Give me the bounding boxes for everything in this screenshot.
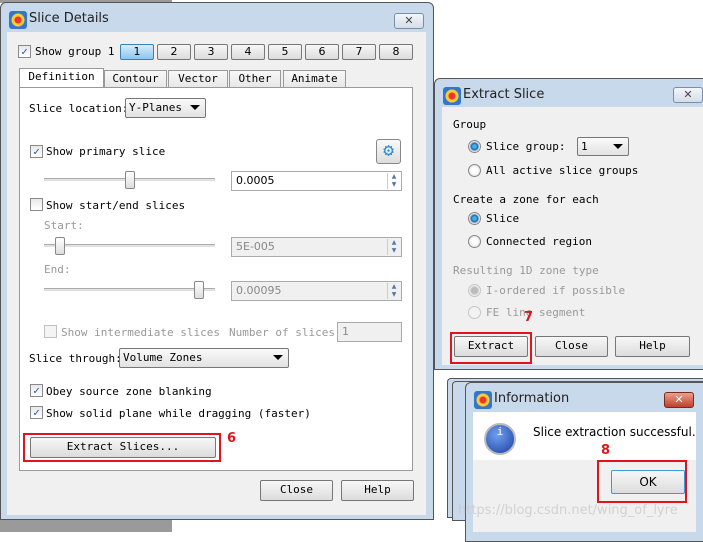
end-label: End: xyxy=(44,263,71,276)
chevron-down-icon xyxy=(190,105,200,110)
info-icon: i xyxy=(484,423,516,455)
show-group-label: Show group 1 xyxy=(35,45,115,58)
spin-arrows-icon: ▲ ▼ xyxy=(387,283,400,299)
window-title: Extract Slice xyxy=(463,87,545,102)
group-button-3[interactable]: 3 xyxy=(194,44,228,60)
slice-location-value: Y-Planes xyxy=(129,101,182,114)
gear-menu-button[interactable]: ⚙ xyxy=(376,139,401,164)
close-button[interactable]: Close xyxy=(260,480,333,501)
slice-radio[interactable] xyxy=(468,212,481,225)
slice-label: Slice xyxy=(486,212,520,225)
group-button-2[interactable]: 2 xyxy=(157,44,191,60)
slice-group-value: 1 xyxy=(581,140,588,153)
highlight-box xyxy=(597,460,687,503)
connected-region-label: Connected region xyxy=(486,235,592,248)
slice-group-dropdown[interactable]: 1 xyxy=(577,137,629,156)
close-dialog-button[interactable]: ✕ xyxy=(664,392,694,408)
resulting-heading: Resulting 1D zone type xyxy=(453,264,599,277)
spin-arrows-icon: ▲ ▼ xyxy=(387,239,400,255)
group-heading: Group xyxy=(453,118,487,131)
num-slices-label: Number of slices: xyxy=(229,326,342,339)
end-value: 0.00095 xyxy=(236,284,282,297)
obey-blanking-label: Obey source zone blanking xyxy=(46,385,212,398)
slice-group-radio[interactable] xyxy=(468,140,481,153)
start-label: Start: xyxy=(44,219,84,232)
group-button-6[interactable]: 6 xyxy=(305,44,339,60)
close-window-button[interactable]: ✕ xyxy=(394,13,424,29)
i-ordered-label: I-ordered if possible xyxy=(486,284,626,297)
group-button-1[interactable]: 1 xyxy=(120,44,154,60)
show-primary-checkbox[interactable]: ✓ xyxy=(30,145,43,158)
help-button[interactable]: Help xyxy=(615,336,690,357)
show-group-checkbox[interactable]: ✓ xyxy=(18,45,31,58)
show-solid-checkbox[interactable]: ✓ xyxy=(30,406,43,419)
tab-definition[interactable]: Definition xyxy=(19,68,104,87)
group-button-7[interactable]: 7 xyxy=(342,44,376,60)
group-button-8[interactable]: 8 xyxy=(379,44,413,60)
tab-vector[interactable]: Vector xyxy=(168,70,228,88)
tab-animate[interactable]: Animate xyxy=(283,70,346,88)
window-title: Slice Details xyxy=(29,11,109,26)
primary-value-spinbox[interactable]: 0.0005 ▲ ▼ xyxy=(231,171,402,191)
start-slider-thumb xyxy=(54,237,65,255)
group-button-5[interactable]: 5 xyxy=(268,44,302,60)
num-slices-field: 1 xyxy=(337,322,402,342)
tab-contour[interactable]: Contour xyxy=(104,70,167,88)
create-zone-heading: Create a zone for each xyxy=(453,193,599,206)
step-marker-8: 8 xyxy=(601,443,611,458)
app-icon xyxy=(9,11,27,29)
close-button[interactable]: Close xyxy=(535,336,608,357)
i-ordered-radio xyxy=(468,284,481,297)
show-primary-label: Show primary slice xyxy=(46,145,166,158)
start-slider-track xyxy=(44,244,215,247)
end-slider-track xyxy=(44,288,215,291)
slice-through-label: Slice through: xyxy=(29,352,122,365)
connected-region-radio[interactable] xyxy=(468,235,481,248)
chevron-down-icon xyxy=(273,355,283,360)
background-panel xyxy=(0,520,172,532)
app-icon xyxy=(443,87,461,105)
app-icon xyxy=(474,391,492,409)
group-button-4[interactable]: 4 xyxy=(231,44,265,60)
all-active-label: All active slice groups xyxy=(486,164,639,177)
highlight-box xyxy=(23,433,221,462)
slice-location-label: Slice location: xyxy=(29,102,129,115)
slice-through-dropdown[interactable]: Volume Zones xyxy=(119,348,289,368)
help-button[interactable]: Help xyxy=(341,480,414,501)
show-solid-label: Show solid plane while dragging (faster) xyxy=(46,407,311,420)
slice-group-label: Slice group: xyxy=(486,140,566,153)
slice-through-value: Volume Zones xyxy=(123,351,203,364)
gear-icon: ⚙ xyxy=(383,140,394,161)
watermark: https://blog.csdn.net/wing_of_lyre xyxy=(458,503,678,518)
all-active-radio[interactable] xyxy=(468,164,481,177)
show-start-end-label: Show start/end slices xyxy=(46,199,186,212)
step-marker-7: 7 xyxy=(524,310,534,325)
show-start-end-checkbox[interactable] xyxy=(30,198,43,211)
obey-blanking-checkbox[interactable]: ✓ xyxy=(30,384,43,397)
spin-arrows-icon[interactable]: ▲ ▼ xyxy=(387,173,400,189)
end-slider-thumb xyxy=(194,281,205,299)
chevron-down-icon xyxy=(613,144,623,149)
step-marker-6: 6 xyxy=(227,431,237,446)
highlight-box xyxy=(450,332,532,364)
dialog-message: Slice extraction successful. xyxy=(533,425,696,439)
show-intermediate-label: Show intermediate slices xyxy=(61,326,220,339)
end-value-spinbox: 0.00095 ▲ ▼ xyxy=(231,281,402,301)
fe-line-label: FE line segment xyxy=(486,306,586,319)
tab-other[interactable]: Other xyxy=(229,70,281,88)
show-intermediate-checkbox xyxy=(44,325,57,338)
start-value: 5E-005 xyxy=(236,240,275,253)
slice-location-dropdown[interactable]: Y-Planes xyxy=(125,98,206,118)
dialog-title: Information xyxy=(494,391,570,406)
start-value-spinbox: 5E-005 ▲ ▼ xyxy=(231,237,402,257)
primary-value: 0.0005 xyxy=(236,174,275,187)
primary-slider-thumb[interactable] xyxy=(124,171,135,189)
fe-line-radio xyxy=(468,306,481,319)
close-window-button[interactable]: ✕ xyxy=(673,87,703,103)
